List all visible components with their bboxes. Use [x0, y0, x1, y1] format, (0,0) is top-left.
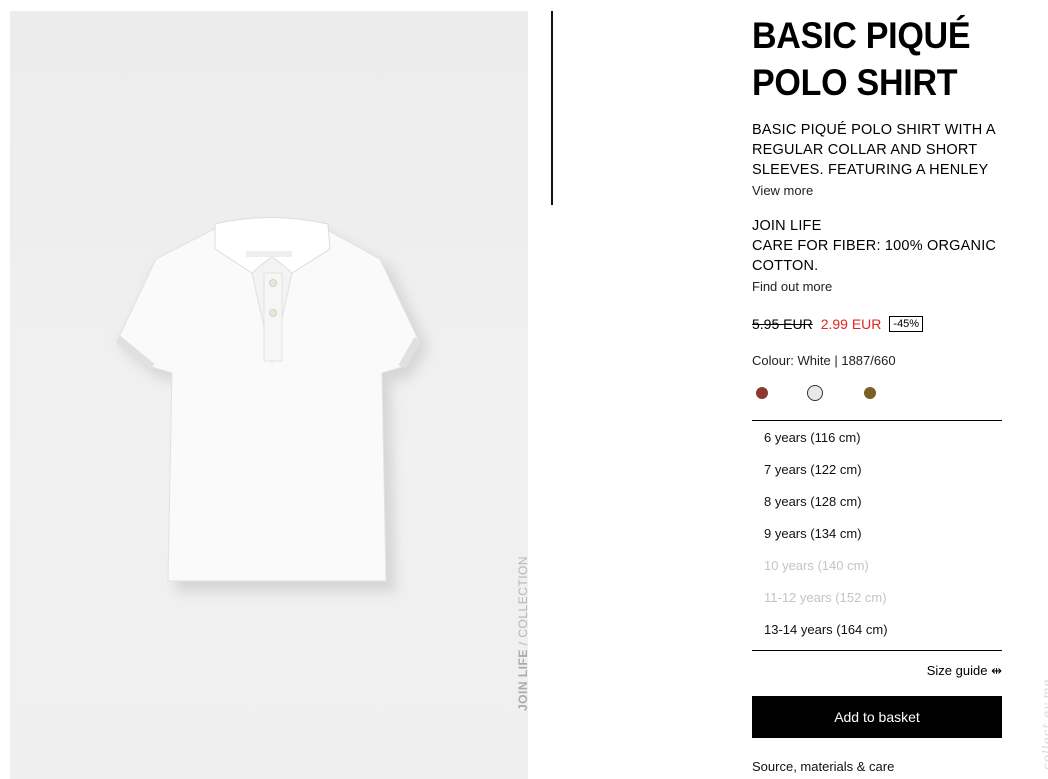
size-option[interactable]: 8 years (128 cm) [752, 487, 1002, 519]
find-out-more-link[interactable]: Find out more [752, 279, 1004, 294]
product-description: BASIC PIQUÉ POLO SHIRT WITH A REGULAR CO… [752, 122, 995, 178]
size-guide-link[interactable]: Size guide ⇹ [752, 663, 1002, 679]
collection-label: JOIN LIFE / COLLECTION [516, 555, 528, 711]
size-list: 6 years (116 cm) 7 years (122 cm) 8 year… [752, 420, 1002, 651]
colour-swatch-olive[interactable] [864, 387, 876, 399]
colour-swatch-rust[interactable] [756, 387, 768, 399]
colour-swatch-white[interactable] [807, 385, 823, 401]
resize-horizontal-icon: ⇹ [991, 663, 1002, 678]
colour-swatches [752, 382, 1004, 404]
discount-badge: -45% [889, 316, 924, 332]
join-life-label: JOIN LIFE [752, 218, 822, 234]
product-info-panel: BASIC PIQUÉ POLO SHIRT BASIC PIQUÉ POLO … [752, 12, 1004, 774]
source-materials-care-link[interactable]: Source, materials & care [752, 759, 1004, 774]
size-option[interactable]: 13-14 years (164 cm) [752, 615, 1002, 647]
old-price: 5.95 EUR [752, 316, 813, 332]
add-to-basket-button[interactable]: Add to basket [752, 696, 1002, 738]
join-life-block: JOIN LIFE CARE FOR FIBER: 100% ORGANIC C… [752, 216, 1004, 276]
colour-label: Colour: White | 1887/660 [752, 353, 896, 368]
price-row: 5.95 EUR 2.99 EUR -45% [752, 316, 1004, 332]
polo-shirt-image [115, 217, 428, 592]
product-title: BASIC PIQUÉ POLO SHIRT [752, 15, 971, 103]
size-option-unavailable[interactable]: 11-12 years (152 cm) [752, 583, 1002, 615]
sale-price: 2.99 EUR [820, 316, 882, 332]
size-option[interactable]: 9 years (134 cm) [752, 519, 1002, 551]
image-scroll-indicator[interactable] [551, 11, 553, 205]
product-image[interactable]: JOIN LIFE / COLLECTION [10, 11, 528, 779]
size-guide-label: Size guide [926, 663, 988, 678]
watermark: collect.ey.me [1040, 678, 1048, 770]
care-for-fiber-text: CARE FOR FIBER: 100% ORGANIC COTTON. [752, 238, 997, 274]
size-option[interactable]: 6 years (116 cm) [752, 423, 1002, 455]
view-more-link[interactable]: View more [752, 183, 1004, 198]
size-option-unavailable[interactable]: 10 years (140 cm) [752, 551, 1002, 583]
size-option[interactable]: 7 years (122 cm) [752, 455, 1002, 487]
